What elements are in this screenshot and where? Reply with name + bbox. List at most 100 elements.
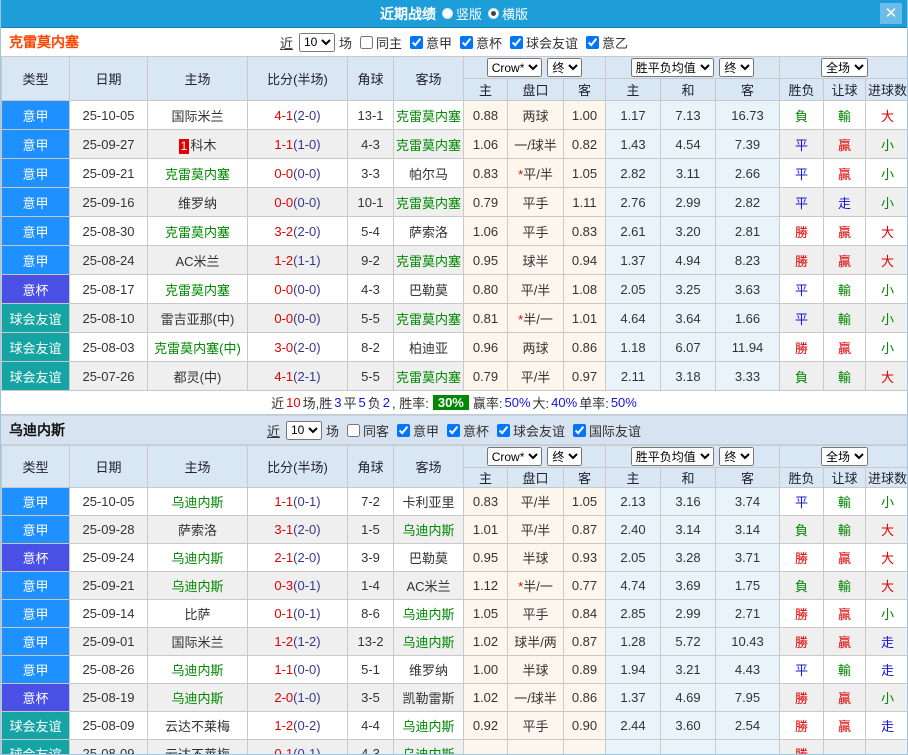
team-bar: 克雷莫内塞 近 10 场 同主 意甲 意杯 球会友谊 意乙 bbox=[1, 28, 907, 56]
result-goals bbox=[865, 739, 907, 754]
result-handicap: 輸 bbox=[823, 515, 867, 544]
avg-type-select[interactable]: 胜平负均值 bbox=[630, 447, 714, 466]
filter-controls: 近 10 场 同主 意甲 意杯 球会友谊 意乙 bbox=[280, 32, 628, 52]
league-filter-checkbox[interactable] bbox=[497, 423, 511, 437]
odds-company-select[interactable]: Crow* bbox=[486, 447, 542, 466]
match-row: 球会友谊 25-08-03 克雷莫内塞(中) 3-0(2-0) 8-2 柏迪亚 0.96 两球… bbox=[1, 332, 907, 362]
corner-score: 4-3 bbox=[347, 739, 394, 754]
league-filter-checkbox[interactable] bbox=[396, 423, 410, 437]
handicap-line: 两球 bbox=[507, 100, 564, 130]
odds-stage-select[interactable]: 终 bbox=[547, 58, 583, 77]
scope-select[interactable]: 全场 bbox=[821, 58, 869, 77]
league-filter-checkbox[interactable] bbox=[510, 35, 524, 49]
result-handicap: 贏 bbox=[823, 129, 867, 159]
result-handicap: 贏 bbox=[823, 216, 867, 246]
avg-stage-select[interactable]: 终 bbox=[719, 58, 755, 77]
score: 1-1(0-1) bbox=[247, 487, 348, 516]
league-filter-checkbox[interactable] bbox=[586, 35, 600, 49]
match-date: 25-09-21 bbox=[69, 571, 148, 600]
avg-home: 1.37 bbox=[605, 683, 661, 712]
close-button[interactable]: ✕ bbox=[880, 3, 902, 24]
games-count-select[interactable]: 10 bbox=[285, 420, 322, 440]
result-wdl: 勝 bbox=[779, 683, 825, 712]
score: 0-0(0-0) bbox=[247, 158, 348, 188]
same-venue-checkbox-label: 同主 bbox=[375, 35, 402, 51]
odds-stage-select[interactable]: 终 bbox=[547, 447, 583, 466]
avg-away: 1.75 bbox=[714, 571, 781, 600]
league-badge: 意甲 bbox=[1, 187, 70, 217]
league-filter-checkbox[interactable] bbox=[573, 423, 587, 437]
col-avg-home: 主 bbox=[605, 467, 661, 488]
match-date: 25-09-16 bbox=[69, 187, 148, 217]
match-row: 球会友谊 25-08-09 云达不莱梅 1-2(0-2) 4-4 乌迪内斯 0.92 平手 0.… bbox=[1, 711, 907, 740]
avg-draw: 3.21 bbox=[660, 655, 716, 684]
matches-table: 类型 日期 主场 比分(半场) 角球 客场 Crow* 终 胜平负均值 终 全场… bbox=[1, 56, 907, 391]
result-goals: 小 bbox=[865, 129, 907, 159]
odds-away: 1.01 bbox=[563, 303, 606, 333]
result-goals: 小 bbox=[865, 274, 907, 304]
corner-score: 5-1 bbox=[347, 655, 394, 684]
col-handicap: 盘口 bbox=[507, 467, 564, 488]
result-handicap: 贏 bbox=[823, 245, 867, 275]
avg-draw: 3.60 bbox=[660, 711, 716, 740]
avg-type-select[interactable]: 胜平负均值 bbox=[630, 58, 714, 77]
home-team: 萨索洛 bbox=[147, 515, 248, 544]
odds-away: 0.89 bbox=[563, 655, 606, 684]
away-team: 维罗纳 bbox=[393, 655, 464, 684]
same-venue-checkbox-label: 同客 bbox=[362, 423, 389, 439]
odds-home: 1.02 bbox=[463, 683, 508, 712]
avg-home: 2.05 bbox=[605, 274, 661, 304]
avg-draw: 4.69 bbox=[660, 683, 716, 712]
summary-text: 场,胜 bbox=[302, 396, 333, 411]
scope-controls: 全场 bbox=[779, 445, 907, 468]
same-venue-checkbox[interactable] bbox=[346, 423, 360, 437]
scope-select[interactable]: 全场 bbox=[821, 447, 869, 466]
result-wdl: 平 bbox=[779, 655, 825, 684]
avg-away: 3.74 bbox=[714, 487, 781, 516]
games-count-select[interactable]: 10 bbox=[298, 32, 335, 52]
odds-away: 0.87 bbox=[563, 627, 606, 656]
match-date: 25-08-09 bbox=[69, 711, 148, 740]
avg-draw: 3.20 bbox=[660, 216, 716, 246]
summary-text: 5 bbox=[358, 395, 366, 410]
result-wdl: 平 bbox=[779, 274, 825, 304]
handicap-line: 半球 bbox=[507, 543, 564, 572]
league-filter-checkbox-label: 球会友谊 bbox=[513, 423, 566, 439]
avg-stage-select[interactable]: 终 bbox=[719, 447, 755, 466]
odds-away: 0.87 bbox=[563, 515, 606, 544]
odds-away: 0.86 bbox=[563, 683, 606, 712]
corner-score: 9-2 bbox=[347, 245, 394, 275]
radio-vertical[interactable] bbox=[441, 8, 453, 19]
score: 1-2(1-2) bbox=[247, 627, 348, 656]
handicap-line: *半/一 bbox=[507, 303, 564, 333]
avg-draw: 3.64 bbox=[660, 303, 716, 333]
away-team: 乌迪内斯 bbox=[393, 599, 464, 628]
avg-home: 2.61 bbox=[605, 216, 661, 246]
rank-badge: 1 bbox=[178, 138, 190, 154]
result-wdl: 平 bbox=[779, 158, 825, 188]
result-wdl: 平 bbox=[779, 187, 825, 217]
summary-text: 大: bbox=[532, 396, 550, 411]
near-label[interactable]: 近 bbox=[267, 421, 280, 440]
match-row: 意甲 25-10-05 国际米兰 4-1(2-0) 13-1 克雷莫内塞 0.88 两球 1.0… bbox=[1, 100, 907, 130]
league-filter-checkbox[interactable] bbox=[409, 35, 423, 49]
odds-company-select[interactable]: Crow* bbox=[486, 58, 542, 77]
col-avg-away: 客 bbox=[714, 467, 781, 488]
league-badge: 意甲 bbox=[1, 599, 70, 628]
result-goals: 大 bbox=[865, 100, 907, 130]
match-row: 意甲 25-09-21 克雷莫内塞 0-0(0-0) 3-3 帕尔马 0.83 *平/半 1.0… bbox=[1, 158, 907, 188]
near-label[interactable]: 近 bbox=[280, 33, 293, 52]
col-corner: 角球 bbox=[347, 56, 394, 101]
handicap-line: 半球 bbox=[507, 655, 564, 684]
match-row: 球会友谊 25-07-26 都灵(中) 4-1(2-1) 5-5 克雷莫内塞 0.79 平/半… bbox=[1, 361, 907, 391]
radio-horizontal[interactable] bbox=[488, 8, 499, 19]
league-filter-checkbox[interactable] bbox=[460, 35, 473, 49]
result-wdl: 負 bbox=[779, 571, 825, 600]
result-goals: 大 bbox=[865, 543, 907, 572]
same-venue-checkbox[interactable] bbox=[359, 35, 373, 49]
league-filter-checkbox-label: 球会友谊 bbox=[526, 35, 579, 51]
result-handicap: 輸 bbox=[823, 655, 867, 684]
result-handicap: 輸 bbox=[823, 303, 867, 333]
corner-score: 5-5 bbox=[347, 361, 394, 391]
league-filter-checkbox[interactable] bbox=[447, 423, 460, 437]
